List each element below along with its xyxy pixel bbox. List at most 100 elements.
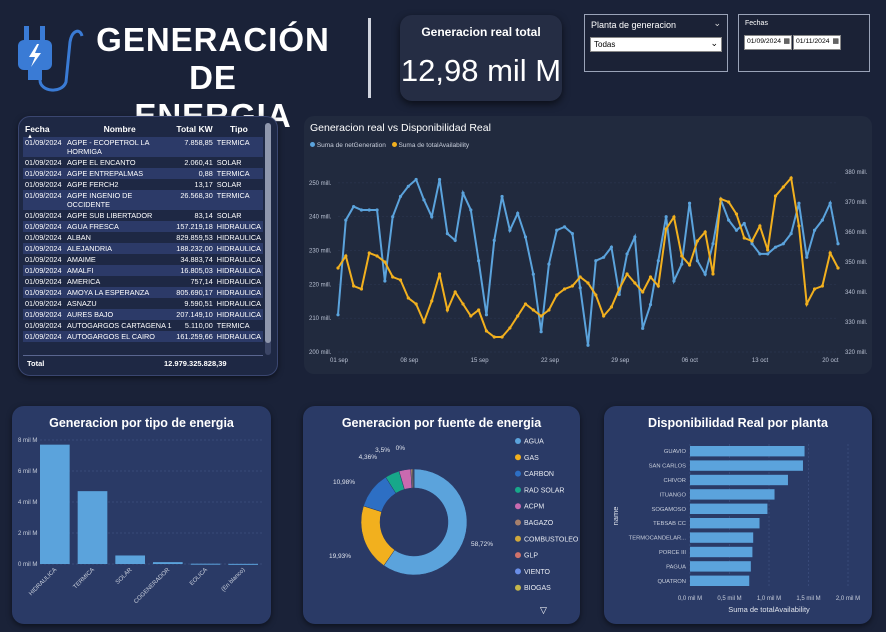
x-tick: 20 oct [822, 358, 839, 364]
legend-dot [515, 535, 521, 542]
table-row[interactable]: 01/09/2024 AGPE EL ENCANTO 2.060,41 SOLAR [23, 157, 263, 168]
line-chart-panel: Generacion real vs Disponibilidad Real S… [304, 116, 872, 374]
total-value: 12.979.325.828,39 [164, 359, 227, 368]
bar[interactable] [690, 546, 753, 558]
bar[interactable] [153, 562, 183, 564]
slice-label: 19,93% [329, 553, 351, 560]
data-point [656, 284, 660, 288]
plant-slicer[interactable]: Planta de generacion ⌄ Todas ⌄ [584, 14, 728, 72]
data-point [766, 252, 770, 256]
bar[interactable] [40, 444, 70, 564]
table-row[interactable]: 01/09/2024 ALBAN 829.859,53 HIDRAULICA [23, 232, 263, 243]
data-point [602, 255, 606, 259]
y-tick: SAN CARLOS [649, 464, 687, 470]
bar[interactable] [690, 474, 788, 486]
legend-dot [515, 454, 521, 461]
column-header[interactable]: Nombre [65, 121, 174, 137]
legend-item[interactable]: AGUA [524, 439, 544, 446]
cell-name: AMERICA [65, 276, 175, 287]
table-row[interactable]: 01/09/2024 AMAIME 34.883,74 HIDRAULICA [23, 254, 263, 265]
cell-name: ALEJANDRIA [65, 243, 175, 254]
table-row[interactable]: 01/09/2024 ASNAZU 9.590,51 HIDRAULICA [23, 298, 263, 309]
bar[interactable] [690, 518, 760, 529]
x-tick: 22 sep [541, 358, 560, 364]
cell-type: HIDRAULICA [214, 331, 263, 342]
x-tick: COGENERADOR [133, 567, 171, 605]
legend-item[interactable]: BAGAZO [524, 520, 554, 527]
legend-scroll-down-icon[interactable]: ▽ [540, 605, 547, 616]
table-row[interactable]: 01/09/2024 AUTOGARGOS CARTAGENA 1 5.110,00… [23, 320, 263, 331]
bar[interactable] [115, 555, 145, 564]
bar[interactable] [690, 575, 750, 586]
data-point [836, 266, 840, 270]
x-tick: 1,5 mil M [796, 596, 820, 602]
legend-item[interactable]: CARBON [524, 471, 554, 478]
donut-slice[interactable] [360, 505, 395, 566]
table-row[interactable]: 01/09/2024 AURES BAJO 207.149,10 HIDRAULICA [23, 309, 263, 320]
chevron-down-icon[interactable]: ⌄ [713, 18, 721, 29]
bar[interactable] [690, 460, 803, 471]
data-point [789, 176, 793, 180]
legend-item[interactable]: GLP [524, 553, 538, 560]
table-row[interactable]: 01/09/2024 AGPE - ECOPETROL LA HORMIGA 7.8… [23, 137, 263, 157]
data-point [344, 254, 348, 258]
bar[interactable] [690, 561, 751, 572]
table-row[interactable]: 01/09/2024 AGPE ENTREPALMAS 0,88 TERMICA [23, 168, 263, 179]
plant-dropdown[interactable]: Todas ⌄ [590, 37, 722, 52]
legend-item[interactable]: COMBUSTOLEO [524, 536, 579, 543]
x-tick: 1,0 mil M [757, 596, 781, 602]
bar[interactable] [77, 491, 108, 564]
legend-dot [515, 552, 521, 559]
data-point [516, 211, 520, 215]
data-point [812, 228, 817, 232]
scrollbar-thumb[interactable] [265, 123, 271, 343]
cell-type: HIDRAULICA [214, 265, 263, 276]
date-to-input[interactable]: 01/11/2024 ▦ [793, 35, 841, 50]
legend-item[interactable]: GAS [524, 455, 539, 462]
legend-item[interactable]: ACPM [524, 504, 544, 511]
bar[interactable] [228, 563, 258, 565]
table-row[interactable]: 01/09/2024 AMALFI 16.805,03 HIDRAULICA [23, 265, 263, 276]
table-row[interactable]: 01/09/2024 AGPE FERCH2 13,17 SOLAR [23, 179, 263, 190]
legend-dot [515, 568, 521, 575]
sort-ascending-icon[interactable]: ▲ [27, 134, 33, 140]
table-scrollbar[interactable] [265, 123, 271, 355]
bar[interactable] [690, 532, 754, 543]
bar[interactable] [690, 503, 768, 514]
legend-item[interactable]: VIENTO [524, 569, 550, 576]
cell-date: 01/09/2024 [23, 287, 65, 298]
data-point [531, 308, 535, 312]
data-point [680, 262, 684, 266]
table-row[interactable]: 01/09/2024 ALEJANDRIA 188.232,00 HIDRAULICA [23, 243, 263, 254]
data-point [703, 272, 707, 276]
legend-item[interactable]: RAD SOLAR [524, 487, 564, 494]
calendar-icon[interactable]: ▦ [783, 37, 790, 45]
cell-total-kw: 9.590,51 [174, 298, 215, 309]
table-row[interactable]: 01/09/2024 AMERICA 757,14 HIDRAULICA [23, 276, 263, 287]
bar[interactable] [190, 563, 221, 565]
data-point [680, 254, 684, 258]
data-point [422, 320, 426, 324]
x-tick: 15 sep [471, 358, 490, 364]
data-point [430, 299, 434, 303]
y-tick: SOGAMOSO [652, 507, 687, 513]
table-row[interactable]: 01/09/2024 AGPE INGENIO DE OCCIDENTE 26.56… [23, 190, 263, 210]
bar[interactable] [690, 446, 805, 457]
cell-total-kw: 34.883,74 [174, 254, 215, 265]
cell-name: AUTOGARGOS EL CAIRO [65, 331, 175, 342]
table-row[interactable]: 01/09/2024 AGPE SUB LIBERTADOR 83,14 SOLAR [23, 210, 263, 221]
table-row[interactable]: 01/09/2024 AGUA FRESCA 157.219,18 HIDRAULIC… [23, 221, 263, 232]
column-header[interactable]: Total KW [174, 121, 215, 137]
cell-type: TERMICA [214, 320, 263, 331]
table-row[interactable]: 01/09/2024 AUTOGARGOS EL CAIRO 161.259,66 H… [23, 331, 263, 342]
dates-slicer[interactable]: Fechas 01/09/2024 ▦ 01/11/2024 ▦ [738, 14, 870, 72]
data-point [398, 278, 403, 282]
date-from-input[interactable]: 01/09/2024 ▦ [744, 35, 792, 50]
table-row[interactable]: 01/09/2024 AMOYA LA ESPERANZA 805.690,17 HI… [23, 287, 263, 298]
calendar-icon[interactable]: ▦ [832, 37, 839, 45]
data-point [672, 279, 676, 283]
bar[interactable] [690, 489, 775, 500]
column-header[interactable]: Tipo [215, 121, 263, 137]
data-point [484, 313, 489, 317]
legend-item[interactable]: BIOGAS [524, 585, 551, 592]
